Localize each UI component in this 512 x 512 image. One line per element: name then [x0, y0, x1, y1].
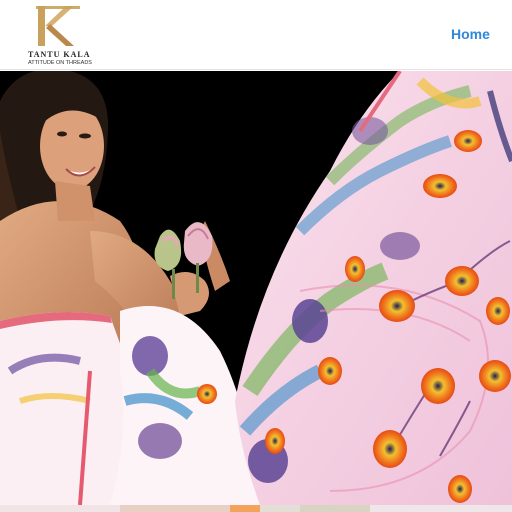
brand-tagline: ATTITUDE ON THREADS — [28, 60, 92, 66]
brand-logo[interactable]: TANTU KALA ATTITUDE ON THREADS — [28, 4, 100, 68]
brand-name: TANTU KALA — [28, 50, 91, 59]
hero-bottom-strip — [0, 505, 512, 512]
site-header: TANTU KALA ATTITUDE ON THREADS Home S — [0, 0, 512, 70]
hero-image — [0, 71, 512, 505]
hero-banner[interactable] — [0, 71, 512, 505]
tk-monogram-logo-icon — [36, 6, 80, 46]
nav-item-home[interactable]: Home — [451, 26, 490, 42]
main-nav: Home S — [451, 26, 512, 42]
